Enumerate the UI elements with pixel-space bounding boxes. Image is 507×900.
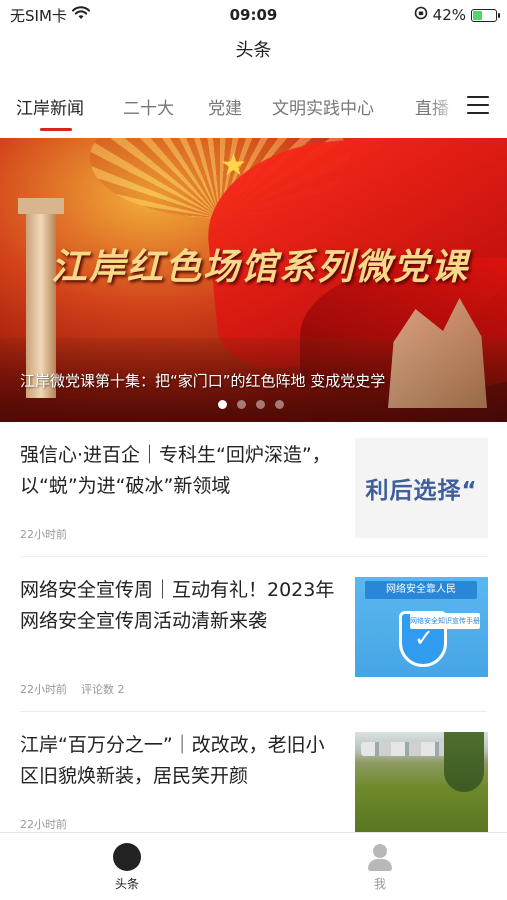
carrier-label: 无SIM卡: [10, 6, 67, 25]
banner-caption: 江岸微党课第十集：把“家门口”的红色阵地 变成党史学: [20, 372, 386, 390]
status-right: 42%: [414, 6, 500, 24]
news-thumbnail[interactable]: [355, 732, 488, 832]
news-comment-count: 评论数 2: [81, 683, 125, 696]
tab-civilization-center[interactable]: 文明实践中心: [272, 94, 374, 119]
news-time: 22小时前: [20, 528, 67, 541]
user-icon: [366, 843, 394, 871]
news-title[interactable]: 强信心·进百企｜专科生“回炉深造”，以“蜕”为进“破冰”新领域: [20, 440, 335, 502]
menu-icon[interactable]: [467, 96, 489, 114]
thumbnail-subtext: 网络安全知识宣传手册: [410, 613, 480, 629]
tab-twentieth-congress[interactable]: 二十大: [123, 94, 174, 119]
carousel-dot[interactable]: [218, 400, 227, 409]
news-thumbnail[interactable]: 利后选择“: [355, 438, 488, 538]
news-time: 22小时前: [20, 818, 67, 831]
carousel-dot[interactable]: [275, 400, 284, 409]
news-title[interactable]: 江岸“百万分之一”｜改改改，老旧小区旧貌焕新装，居民笑开颜: [20, 730, 335, 792]
tabbar-home-label: 头条: [114, 877, 139, 891]
tab-jiangan-news[interactable]: 江岸新闻: [16, 94, 84, 119]
news-item[interactable]: 江岸“百万分之一”｜改改改，老旧小区旧貌焕新装，居民笑开颜 22小时前: [0, 712, 507, 832]
tabbar-home[interactable]: 头条: [97, 843, 157, 892]
battery-percent: 42%: [432, 6, 466, 24]
news-meta: 22小时前: [20, 526, 67, 542]
wifi-icon: [71, 6, 90, 24]
tabs-fade: [429, 86, 459, 126]
home-icon: [113, 843, 141, 871]
news-meta: 22小时前: [20, 816, 67, 832]
status-bar: 无SIM卡 09:09 42%: [0, 0, 507, 30]
tab-party-building[interactable]: 党建: [208, 94, 242, 119]
thumbnail-text: 网络安全靠人民: [365, 581, 477, 599]
carousel-dots: [218, 400, 284, 409]
thumbnail-text: 利后选择“: [365, 478, 478, 504]
thumbnail-tree: [444, 732, 484, 792]
category-tabs: 江岸新闻 二十大 党建 文明实践中心 直播: [0, 86, 507, 134]
news-item[interactable]: 网络安全宣传周｜互动有礼！2023年网络安全宣传周活动清新来袭 22小时前 评论…: [0, 557, 507, 712]
news-title[interactable]: 网络安全宣传周｜互动有礼！2023年网络安全宣传周活动清新来袭: [20, 575, 335, 637]
thumbnail-cars: [361, 742, 451, 756]
news-meta: 22小时前 评论数 2: [20, 681, 125, 697]
battery-icon: [471, 8, 500, 22]
tabbar-me-label: 我: [373, 877, 386, 891]
news-time: 22小时前: [20, 683, 67, 696]
banner-title: 江岸红色场馆系列微党课: [50, 246, 469, 288]
tabbar-me[interactable]: 我: [350, 843, 410, 892]
rotation-lock-icon: [414, 6, 428, 24]
carousel-dot[interactable]: [256, 400, 265, 409]
news-thumbnail[interactable]: 网络安全靠人民 网络安全知识宣传手册: [355, 577, 488, 677]
banner-carousel[interactable]: ★ 江岸红色场馆系列微党课 江岸微党课第十集：把“家门口”的红色阵地 变成党史学: [0, 138, 507, 422]
news-item[interactable]: 强信心·进百企｜专科生“回炉深造”，以“蜕”为进“破冰”新领域 22小时前 利后…: [0, 422, 507, 557]
bottom-tab-bar: 头条 我: [0, 832, 507, 900]
carousel-dot[interactable]: [237, 400, 246, 409]
status-left: 无SIM卡: [10, 5, 90, 26]
active-tab-indicator: [40, 128, 72, 131]
page-title: 头条: [235, 40, 272, 61]
